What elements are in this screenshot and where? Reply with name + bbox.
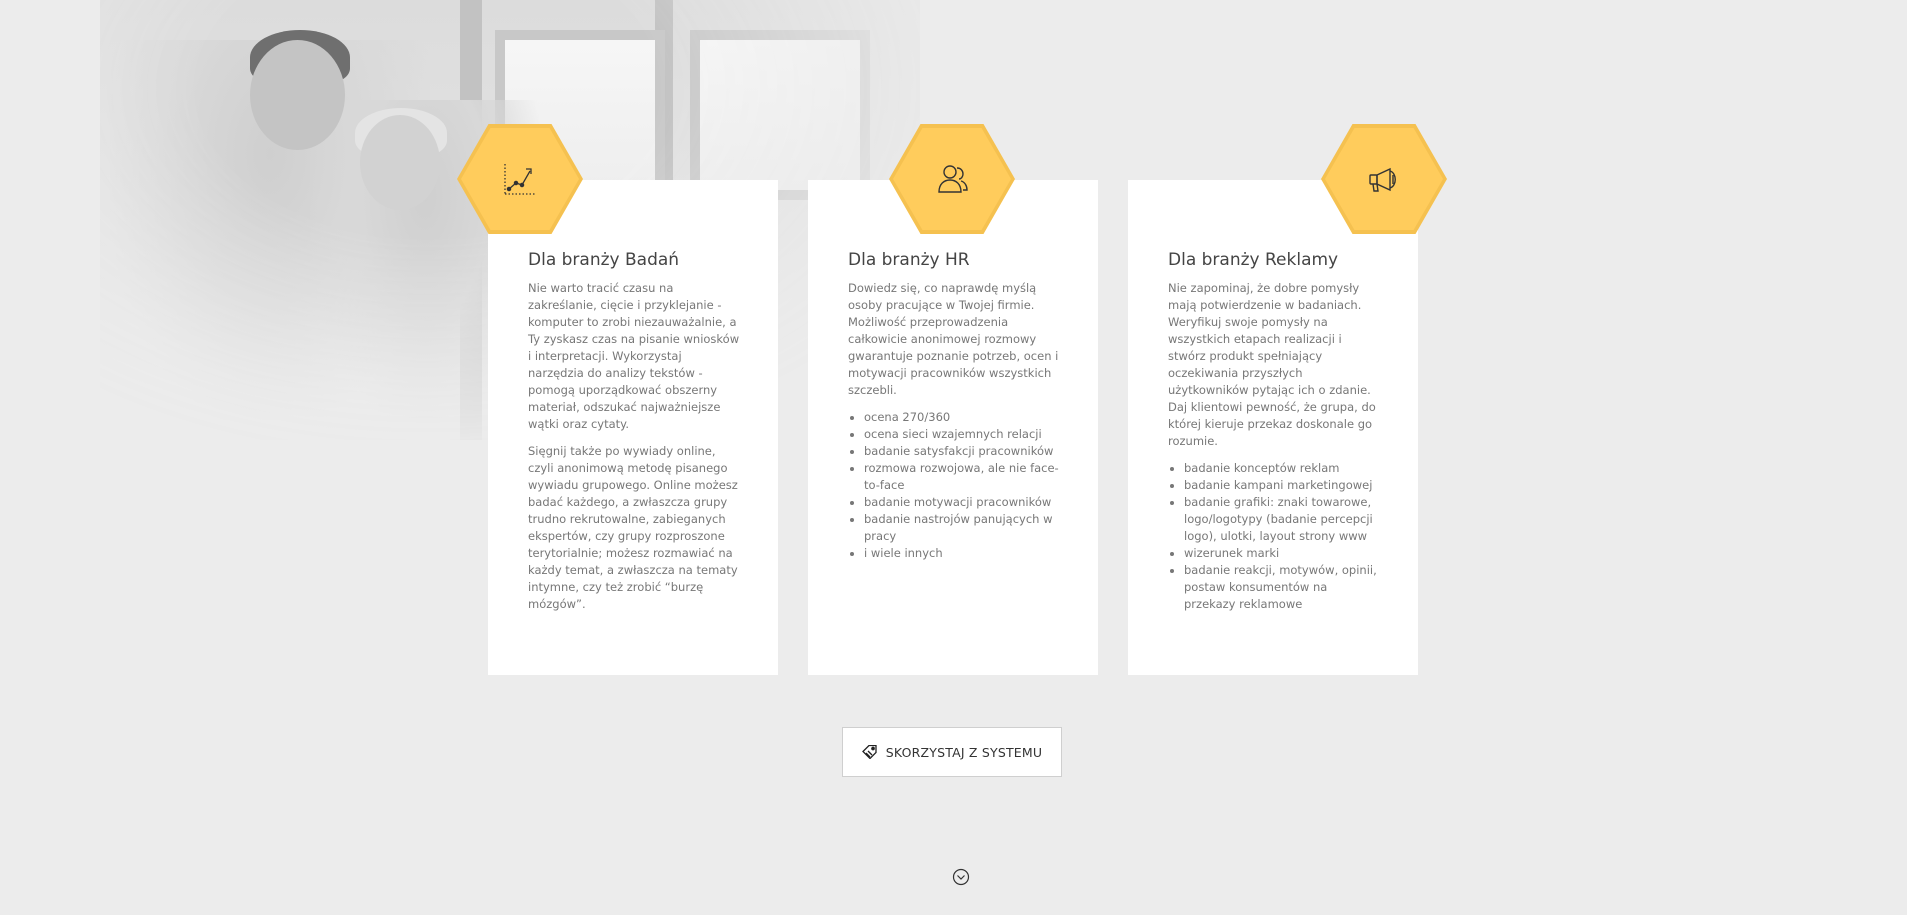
list-item: i wiele innych — [864, 545, 1060, 562]
list-item: badanie nastrojów panujących w pracy — [864, 511, 1060, 545]
list-item: badanie grafiki: znaki towarowe, logo/lo… — [1184, 494, 1380, 545]
tag-icon — [861, 745, 877, 759]
card-research: Dla branży Badań Nie warto tracić czasu … — [488, 180, 778, 675]
card-title: Dla branży Badań — [528, 250, 680, 270]
card-content: Dla branży Badań Nie warto tracić czasu … — [528, 250, 740, 623]
scroll-down-button[interactable] — [952, 868, 970, 886]
card-paragraph: Nie zapominaj, że dobre pomysły mają pot… — [1168, 281, 1376, 448]
use-system-button-label: SKORZYSTAJ Z SYSTEMU — [885, 744, 1043, 760]
list-item: ocena sieci wzajemnych relacji — [864, 426, 1060, 443]
use-system-button[interactable]: SKORZYSTAJ Z SYSTEMU — [842, 727, 1062, 777]
card-list: badanie konceptów reklam badanie kampani… — [1168, 460, 1380, 613]
card-list: ocena 270/360 ocena sieci wzajemnych rel… — [848, 409, 1060, 562]
list-item: badanie reakcji, motywów, opinii, postaw… — [1184, 562, 1380, 613]
list-item: badanie motywacji pracowników — [864, 494, 1060, 511]
card-hr: Dla branży HR Dowiedz się, co naprawdę m… — [808, 180, 1098, 675]
chevron-down-circle-icon — [952, 868, 970, 886]
card-paragraph: Dowiedz się, co naprawdę myślą osoby pra… — [848, 281, 1059, 397]
list-item: ocena 270/360 — [864, 409, 1060, 426]
growth-chart-icon — [504, 164, 535, 195]
list-item: rozmowa rozwojowa, ale nie face-to-face — [864, 460, 1060, 494]
list-item: wizerunek marki — [1184, 545, 1380, 562]
card-paragraph: Nie warto tracić czasu na zakreślanie, c… — [528, 281, 740, 431]
card-content: Dla branży HR Dowiedz się, co naprawdę m… — [848, 250, 1060, 562]
list-item: badanie kampani marketingowej — [1184, 477, 1380, 494]
card-advertising: Dla branży Reklamy Nie zapominaj, że dob… — [1128, 180, 1418, 675]
card-title: Dla branży Reklamy — [1168, 250, 1339, 270]
card-title: Dla branży HR — [848, 250, 970, 270]
list-item: badanie satysfakcji pracowników — [864, 443, 1060, 460]
card-paragraph: Sięgnij także po wywiady online, czyli a… — [528, 444, 738, 611]
megaphone-icon — [1369, 167, 1396, 192]
people-icon — [938, 165, 968, 193]
list-item: badanie konceptów reklam — [1184, 460, 1380, 477]
card-content: Dla branży Reklamy Nie zapominaj, że dob… — [1168, 250, 1380, 613]
